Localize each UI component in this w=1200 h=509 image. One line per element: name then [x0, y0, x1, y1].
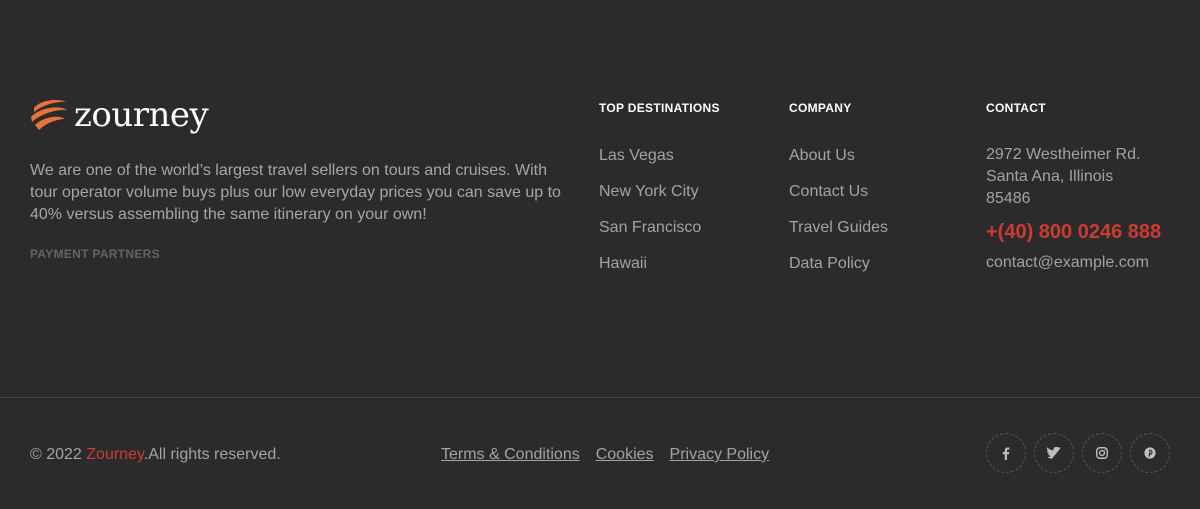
brand-logo[interactable]: zourney: [30, 95, 209, 135]
company-column: COMPANY About Us Contact Us Travel Guide…: [789, 101, 888, 290]
twitter-button[interactable]: [1034, 433, 1074, 473]
company-link-travel-guides[interactable]: Travel Guides: [789, 218, 888, 238]
instagram-button[interactable]: [1082, 433, 1122, 473]
legal-links: Terms & Conditions Cookies Privacy Polic…: [441, 445, 769, 465]
contact-heading: CONTACT: [986, 101, 1046, 115]
company-link-about-us[interactable]: About Us: [789, 146, 888, 166]
pinterest-icon: [1144, 447, 1156, 459]
privacy-policy-link[interactable]: Privacy Policy: [670, 445, 770, 465]
social-links: [986, 433, 1170, 473]
footer-divider: [0, 397, 1200, 398]
about-text: We are one of the world’s largest travel…: [30, 162, 561, 223]
twitter-icon: [1047, 447, 1061, 459]
globe-swoosh-icon: [30, 98, 68, 132]
brand-name: zourney: [74, 95, 209, 135]
top-destinations-heading: TOP DESTINATIONS: [599, 101, 720, 115]
copyright-brand-link[interactable]: Zourney: [86, 446, 144, 463]
top-destinations-column: TOP DESTINATIONS Las Vegas New York City…: [599, 101, 720, 290]
contact-email[interactable]: contact@example.com: [986, 253, 1176, 273]
cookies-link[interactable]: Cookies: [596, 445, 654, 465]
payment-partners-heading: PAYMENT PARTNERS: [30, 247, 160, 261]
facebook-icon: [1002, 447, 1010, 460]
terms-link[interactable]: Terms & Conditions: [441, 445, 580, 465]
pinterest-button[interactable]: [1130, 433, 1170, 473]
destination-link-las-vegas[interactable]: Las Vegas: [599, 146, 720, 166]
instagram-icon: [1096, 447, 1108, 459]
contact-column: CONTACT 2972 Westheimer Rd. Santa Ana, I…: [986, 101, 1176, 273]
footer-top: zourney We are one of the world’s larges…: [0, 0, 1200, 397]
destination-link-hawaii[interactable]: Hawaii: [599, 254, 720, 274]
copyright: © 2022 Zourney.All rights reserved.: [30, 445, 281, 465]
company-heading: COMPANY: [789, 101, 852, 115]
company-link-data-policy[interactable]: Data Policy: [789, 254, 888, 274]
destination-link-new-york-city[interactable]: New York City: [599, 182, 720, 202]
contact-address: 2972 Westheimer Rd. Santa Ana, Illinois …: [986, 146, 1141, 207]
destination-link-san-francisco[interactable]: San Francisco: [599, 218, 720, 238]
company-link-contact-us[interactable]: Contact Us: [789, 182, 888, 202]
contact-phone[interactable]: +(40) 800 0246 888: [986, 220, 1176, 244]
copyright-suffix: .All rights reserved.: [143, 446, 281, 463]
copyright-prefix: © 2022: [30, 446, 87, 463]
facebook-button[interactable]: [986, 433, 1026, 473]
